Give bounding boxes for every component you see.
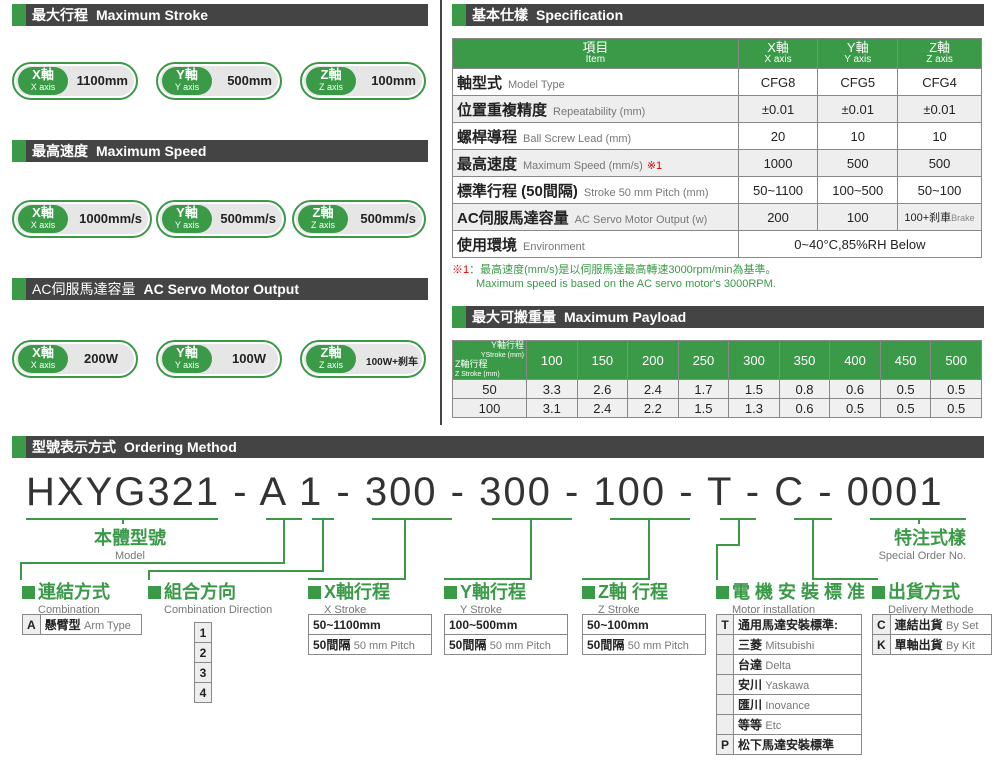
ordering-header: 型號表示方式 Ordering Method [12, 436, 984, 458]
x-motor-pill: X軸 X axis 200W [12, 340, 138, 378]
x-motor-value: 200W [84, 351, 118, 366]
y-motor-pill: Y軸 Y axis 100W [156, 340, 282, 378]
x-axis-tag: X軸 X axis [18, 67, 68, 95]
z-motor-pill: Z軸 Z axis 100W+刹车 [300, 340, 426, 378]
spec-header: 基本仕樣 Specification [452, 4, 984, 26]
combination-options: A 懸臂型 Arm Type [22, 614, 143, 635]
y-speed-pill: Y軸 Y axis 500mm/s [156, 200, 286, 238]
table-row: 50 3.3 2.6 2.4 1.7 1.5 0.8 0.6 0.5 0.5 [452, 379, 982, 399]
list-item: 3 [194, 662, 212, 683]
z-axis-tag: Z軸 Z axis [306, 67, 356, 95]
y-stroke-value: 500mm [227, 73, 272, 88]
x-stroke-options: 50~1100mm 50間隔 50 mm Pitch [308, 614, 432, 655]
x-speed-pill: X軸 X axis 1000mm/s [12, 200, 152, 238]
z-stroke-value: 100mm [371, 73, 416, 88]
speed-header: 最高速度 Maximum Speed [12, 140, 428, 162]
z-stroke-label: Z軸 行程 Z Stroke [582, 578, 668, 616]
direction-options: 1 2 3 4 [194, 622, 212, 703]
motor-header: AC伺服馬達容量 AC Servo Motor Output [12, 278, 428, 300]
table-row: 使用環境 Environment 0~40°C,85%RH Below [452, 230, 983, 258]
item-column-header: 項目 Item [452, 38, 739, 69]
z-column-header: Z軸 Z axis [897, 38, 982, 69]
list-item: P 松下馬達安裝標準 [715, 734, 862, 755]
z-stroke-pill: Z軸 Z axis 100mm [300, 62, 426, 100]
combination-label: 連結方式 Combination [22, 578, 110, 616]
direction-label: 組合方向 Combination Direction [148, 578, 272, 616]
table-row: 螺桿導程 Ball Screw Lead (mm) 20 10 10 [452, 122, 982, 150]
x-stroke-value: 1100mm [76, 73, 128, 88]
list-item: 等等 Etc [715, 714, 862, 735]
motor-install-options: T 通用馬達安裝標準: 三菱 Mitsubishi 台達 Delta 安川 Yas… [715, 614, 862, 755]
z-motor-value: 100W+刹车 [366, 357, 418, 368]
code-underline [610, 518, 690, 520]
list-item: 三菱 Mitsubishi [715, 634, 862, 655]
y-stroke-pill: Y軸 Y axis 500mm [156, 62, 282, 100]
list-item: 2 [194, 642, 212, 663]
list-item: 安川 Yaskawa [715, 674, 862, 695]
x-axis-tag: X軸 X axis [18, 345, 68, 373]
motor-install-label: 電 機 安 裝 標 准 Motor installation [716, 578, 865, 616]
y-axis-tag: Y軸 Y axis [162, 345, 212, 373]
y-column-header: Y軸 Y axis [817, 38, 899, 69]
x-axis-tag: X軸 X axis [18, 205, 68, 233]
column-divider [440, 0, 442, 425]
x-stroke-label: X軸行程 X Stroke [308, 578, 390, 616]
table-row: 最高速度 Maximum Speed (mm/s) ※1 1000 500 500 [452, 149, 982, 177]
spec-header-row: 項目 Item X軸 X axis Y軸 Y axis Z軸 Z axis [452, 38, 982, 69]
list-item: 100~500mm [444, 614, 568, 635]
payload-table: Y軸行程 YStroke (mm) Z軸行程 Z Stroke (mm) 100 1… [452, 340, 982, 418]
list-item: 50~1100mm [308, 614, 432, 635]
list-item: 4 [194, 682, 212, 703]
body-model-label: 本體型號 Model [94, 528, 166, 562]
list-item: A 懸臂型 Arm Type [22, 614, 143, 635]
list-item: T 通用馬達安裝標準: [715, 614, 862, 635]
stroke-header: 最大行程 Maximum Stroke [12, 4, 428, 26]
payload-header-row: Y軸行程 YStroke (mm) Z軸行程 Z Stroke (mm) 100 1… [452, 340, 982, 380]
x-column-header: X軸 X axis [737, 38, 819, 69]
z-stroke-options: 50~100mm 50間隔 50 mm Pitch [582, 614, 706, 655]
y-axis-tag: Y軸 Y axis [162, 67, 212, 95]
table-row: 軸型式 Model Type CFG8 CFG5 CFG4 [452, 68, 982, 96]
list-item: 匯川 Inovance [715, 694, 862, 715]
spec-table: 項目 Item X軸 X axis Y軸 Y axis Z軸 Z axis 軸型式 Mod… [452, 38, 983, 258]
table-row: 標準行程 (50間隔) Stroke 50 mm Pitch (mm) 50~11… [452, 176, 982, 204]
z-axis-tag: Z軸 Z axis [298, 205, 348, 233]
y-speed-value: 500mm/s [220, 211, 276, 226]
list-item: 1 [194, 622, 212, 643]
y-stroke-options: 100~500mm 50間隔 50 mm Pitch [444, 614, 568, 655]
table-row: 100 3.1 2.4 2.2 1.5 1.3 0.6 0.5 0.5 0.5 [452, 398, 982, 418]
payload-corner-cell: Y軸行程 YStroke (mm) Z軸行程 Z Stroke (mm) [452, 340, 527, 380]
y-stroke-label: Y軸行程 Y Stroke [444, 578, 526, 616]
code-underline [492, 518, 572, 520]
x-speed-value: 1000mm/s [79, 211, 142, 226]
table-row: AC伺服馬達容量 AC Servo Motor Output (w) 200 10… [452, 203, 982, 231]
list-item: K 單軸出貨 By Kit [872, 634, 993, 655]
list-item: C 連結出貨 By Set [872, 614, 993, 635]
delivery-label: 出貨方式 Delivery Methode [872, 578, 974, 616]
z-speed-value: 500mm/s [360, 211, 416, 226]
code-underline [372, 518, 452, 520]
x-stroke-pill: X軸 X axis 1100mm [12, 62, 138, 100]
z-axis-tag: Z軸 Z axis [306, 345, 356, 373]
delivery-options: C 連結出貨 By Set K 單軸出貨 By Kit [872, 614, 993, 655]
table-row: 位置重複精度 Repeatability (mm) ±0.01 ±0.01 ±0.… [452, 95, 982, 123]
list-item: 50間隔 50 mm Pitch [444, 634, 568, 655]
y-motor-value: 100W [232, 351, 266, 366]
z-speed-pill: Z軸 Z axis 500mm/s [292, 200, 426, 238]
list-item: 50間隔 50 mm Pitch [308, 634, 432, 655]
special-order-label: 特注式樣 Special Order No. [878, 528, 966, 562]
list-item: 台達 Delta [715, 654, 862, 675]
y-axis-tag: Y軸 Y axis [162, 205, 212, 233]
list-item: 50~100mm [582, 614, 706, 635]
list-item: 50間隔 50 mm Pitch [582, 634, 706, 655]
model-code: HXYG321 - A 1 - 300 - 300 - 100 - T - C … [26, 470, 944, 514]
speed-note: ※1：最高速度(mm/s)是以伺服馬達最高轉速3000rpm/min為基準。 M… [452, 264, 777, 290]
payload-header: 最大可搬重量 Maximum Payload [452, 306, 984, 328]
